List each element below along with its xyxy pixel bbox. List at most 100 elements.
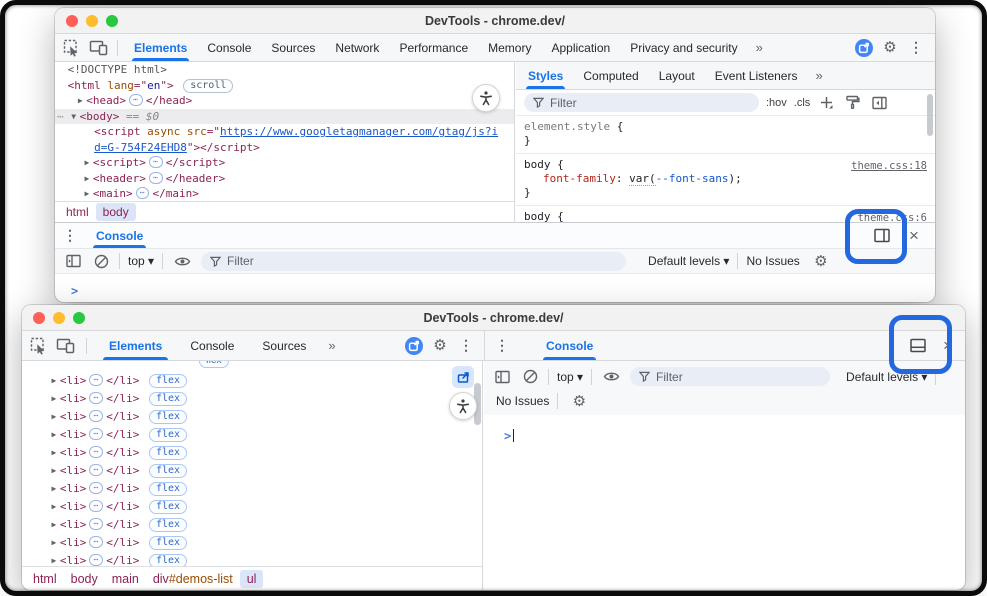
dom-tree-node[interactable]: <html lang="en"> scroll <box>55 78 514 94</box>
flex-badge[interactable]: flex <box>149 518 187 532</box>
device-toolbar-icon[interactable] <box>85 36 111 60</box>
breadcrumb-item[interactable]: ul <box>240 570 264 588</box>
more-tabs-icon[interactable]: » <box>748 40 770 55</box>
dom-tree-node[interactable]: ▶<script>⋯</script> <box>55 155 514 171</box>
extension-icon[interactable] <box>851 36 877 60</box>
collapsed-content-icon[interactable]: ⋯ <box>129 94 143 106</box>
dom-tree-node[interactable]: ⋯ ▼<body> == $0 <box>55 109 514 125</box>
kebab-menu-icon[interactable]: ⋮ <box>903 36 929 60</box>
dom-tree-node[interactable]: ▶<li>⋯</li> flex <box>22 462 482 480</box>
tab-styles[interactable]: Styles <box>518 62 573 89</box>
accessibility-fab[interactable] <box>449 392 477 420</box>
clear-console-icon[interactable] <box>91 249 111 273</box>
titlebar[interactable]: DevTools - chrome.dev/ <box>22 305 965 331</box>
collapsed-content-icon[interactable]: ⋯ <box>89 446 103 458</box>
tab-console[interactable]: Console <box>197 34 261 61</box>
dom-tree-node[interactable]: ▶<li>⋯</li> flex <box>22 408 482 426</box>
move-to-tab-icon[interactable] <box>452 366 474 388</box>
paint-format-icon[interactable] <box>842 91 862 115</box>
execution-context-dropdown[interactable]: top ▾ <box>128 254 154 268</box>
breadcrumb-item[interactable]: main <box>105 570 146 588</box>
tab-elements[interactable]: Elements <box>95 331 176 360</box>
flex-badge[interactable]: flex <box>149 536 187 550</box>
console-prompt[interactable]: > <box>484 415 965 445</box>
settings-gear-icon[interactable]: ⚙ <box>877 36 903 60</box>
inspect-element-icon[interactable] <box>26 334 52 358</box>
tab-memory[interactable]: Memory <box>478 34 541 61</box>
tab-privacy-security[interactable]: Privacy and security <box>620 34 747 61</box>
flex-badge[interactable]: flex <box>149 482 187 496</box>
console-prompt[interactable]: > <box>55 274 935 300</box>
kebab-menu-icon[interactable]: ⋮ <box>453 334 479 358</box>
dom-tree-node[interactable]: ▶<li>⋯</li> flex <box>22 516 482 534</box>
tab-sources[interactable]: Sources <box>248 331 320 360</box>
tab-layout[interactable]: Layout <box>649 62 705 89</box>
log-levels-dropdown[interactable]: Default levels ▾ <box>648 254 729 268</box>
minimize-window-button[interactable] <box>53 312 65 324</box>
console-sidebar-icon[interactable] <box>492 365 512 389</box>
titlebar[interactable]: DevTools - chrome.dev/ <box>55 8 935 34</box>
style-rule-element[interactable]: element.style { } <box>516 116 935 154</box>
collapsed-content-icon[interactable]: ⋯ <box>89 392 103 404</box>
zoom-window-button[interactable] <box>106 15 118 27</box>
tab-console[interactable]: Console <box>176 331 248 360</box>
dom-tree-node[interactable]: ▶<li>⋯</li> flex <box>22 390 482 408</box>
collapsed-content-icon[interactable]: ⋯ <box>89 536 103 548</box>
issues-counter[interactable]: No Issues <box>746 254 799 268</box>
styles-filter-input[interactable]: Filter <box>524 93 759 112</box>
zoom-window-button[interactable] <box>73 312 85 324</box>
dom-tree-node[interactable]: ▶<li>⋯</li> flex <box>22 444 482 462</box>
minimize-window-button[interactable] <box>86 15 98 27</box>
issues-counter[interactable]: No Issues <box>496 394 549 408</box>
settings-gear-icon[interactable]: ⚙ <box>427 334 453 358</box>
collapsed-content-icon[interactable]: ⋯ <box>149 156 163 168</box>
dom-tree-node[interactable]: ▶<li>⋯</li> flex <box>22 426 482 444</box>
collapsed-content-icon[interactable]: ⋯ <box>89 518 103 530</box>
flex-badge[interactable]: flex <box>149 500 187 514</box>
tab-sources[interactable]: Sources <box>261 34 325 61</box>
tab-event-listeners[interactable]: Event Listeners <box>705 62 808 89</box>
collapsed-content-icon[interactable]: ⋯ <box>149 172 163 184</box>
breadcrumb-item[interactable]: html <box>26 570 64 588</box>
dom-tree-node[interactable]: <!DOCTYPE html> <box>55 62 514 78</box>
clear-console-icon[interactable] <box>520 365 540 389</box>
collapsed-content-icon[interactable]: ⋯ <box>136 187 150 199</box>
collapsed-content-icon[interactable]: ⋯ <box>89 374 103 386</box>
close-window-button[interactable] <box>66 15 78 27</box>
drawer-kebab-menu-icon[interactable]: ⋮ <box>489 334 515 358</box>
flex-badge[interactable]: flex <box>149 464 187 478</box>
tab-network[interactable]: Network <box>325 34 389 61</box>
class-toggle[interactable]: .cls <box>794 97 811 109</box>
new-style-rule-icon[interactable] <box>817 91 835 115</box>
console-settings-gear-icon[interactable]: ⚙ <box>808 249 834 273</box>
dom-tree-node[interactable]: ▶<li>⋯</li> flex <box>22 372 482 390</box>
dom-tree-node[interactable]: ▶<header>⋯</header> <box>55 171 514 187</box>
more-styles-tabs-icon[interactable]: » <box>807 68 829 83</box>
drawer-kebab-menu-icon[interactable]: ⋮ <box>57 224 83 248</box>
drawer-tab-console[interactable]: Console <box>91 223 148 248</box>
tab-performance[interactable]: Performance <box>389 34 478 61</box>
live-expression-eye-icon[interactable] <box>171 249 193 273</box>
console-filter-input[interactable]: Filter <box>201 252 626 271</box>
device-toolbar-icon[interactable] <box>52 334 78 358</box>
scrollbar-thumb[interactable] <box>927 94 933 136</box>
dom-tree-node[interactable]: <script async src="https://www.googletag… <box>55 124 514 140</box>
extension-icon[interactable] <box>401 334 427 358</box>
drawer-tab-console[interactable]: Console <box>541 331 598 360</box>
dom-tree-node[interactable]: ▶<li>⋯</li> flex <box>22 498 482 516</box>
dom-tree-node[interactable]: ▶<li>⋯</li> flex <box>22 534 482 552</box>
execution-context-dropdown[interactable]: top ▾ <box>557 370 583 384</box>
inspect-element-icon[interactable] <box>59 36 85 60</box>
accessibility-fab[interactable] <box>472 84 500 112</box>
dom-tree-node[interactable]: ▶<head>⋯</head> <box>55 93 514 109</box>
breadcrumb-item[interactable]: body <box>64 570 105 588</box>
flex-badge[interactable]: flex <box>149 392 187 406</box>
flex-badge[interactable]: flex <box>149 374 187 388</box>
style-rule-body-1[interactable]: theme.css:18 body { font-family: var(--f… <box>516 154 935 206</box>
scroll-badge[interactable]: scroll <box>183 79 233 93</box>
collapsed-content-icon[interactable]: ⋯ <box>89 482 103 494</box>
console-filter-input[interactable]: Filter <box>630 367 830 386</box>
tab-computed[interactable]: Computed <box>573 62 648 89</box>
dom-tree-node[interactable]: d=G-754F24EHD8"></script> <box>55 140 514 156</box>
live-expression-eye-icon[interactable] <box>600 365 622 389</box>
